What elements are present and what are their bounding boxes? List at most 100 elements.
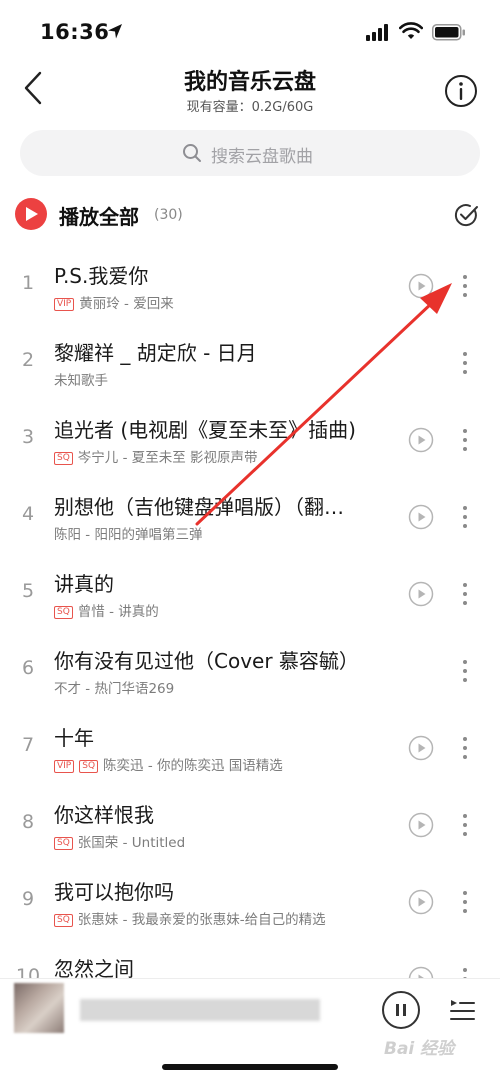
more-options-icon[interactable] [455, 811, 475, 839]
song-index: 10 [15, 965, 41, 978]
song-title: 你有没有见过他（Cover 慕容毓） [54, 649, 359, 673]
song-title: 讲真的 [54, 572, 114, 596]
song-subtitle: VIP 黄丽玲 - 爱回来 [54, 292, 394, 312]
artist-album: 黄丽玲 - 爱回来 [79, 296, 174, 312]
song-subtitle: SQ 岑宁儿 - 夏至未至 影视原声带 [54, 446, 394, 466]
more-options-icon[interactable] [455, 580, 475, 608]
play-all-label[interactable]: 播放全部 [59, 201, 139, 230]
song-title: 你这样恨我 [54, 803, 154, 827]
more-options-icon[interactable] [455, 965, 475, 978]
play-mv-icon[interactable] [408, 812, 434, 838]
song-index: 7 [21, 734, 35, 756]
home-indicator[interactable] [162, 1064, 338, 1070]
song-row[interactable]: 2 黎耀祥 _ 胡定欣 - 日月未知歌手 [0, 325, 500, 402]
song-subtitle: 不才 - 热门华语269 [54, 677, 394, 697]
artist-album: 未知歌手 [54, 373, 108, 389]
battery-icon [432, 24, 465, 41]
play-mv-icon[interactable] [408, 966, 434, 978]
more-options-icon[interactable] [455, 657, 475, 685]
play-all-row: 播放全部 (30) [0, 194, 500, 238]
song-title: 黎耀祥 _ 胡定欣 - 日月 [54, 341, 257, 365]
song-index: 5 [21, 580, 35, 602]
play-icon [26, 207, 38, 221]
storage-capacity: 现有容量：0.2G/60G [186, 100, 314, 115]
artist-album: 张国荣 - Untitled [77, 835, 186, 851]
more-options-icon[interactable] [455, 272, 475, 300]
song-index: 9 [21, 888, 35, 910]
song-row[interactable]: 4 别想他（吉他键盘弹唱版）（翻… 陈阳 - 阳阳的弹唱第三弹 [0, 479, 500, 556]
info-button[interactable] [444, 74, 478, 108]
sq-badge: SQ [54, 837, 73, 850]
sq-badge: SQ [54, 606, 73, 619]
song-index: 3 [21, 426, 35, 448]
song-index: 6 [21, 657, 35, 679]
artist-album: 陈阳 - 阳阳的弹唱第三弹 [54, 527, 203, 543]
sq-badge: SQ [79, 760, 99, 773]
artist-album: 陈奕迅 - 你的陈奕迅 国语精选 [103, 758, 283, 774]
song-count: (30) [154, 207, 183, 223]
multi-select-button[interactable] [453, 202, 479, 228]
song-title: 十年 [54, 726, 94, 750]
pause-icon-bar [403, 1004, 406, 1016]
mini-player[interactable] [0, 978, 500, 1039]
artist-album: 曾惜 - 讲真的 [77, 604, 159, 620]
more-options-icon[interactable] [455, 349, 475, 377]
song-row[interactable]: 10 忽然之间 [0, 941, 500, 978]
play-all-button[interactable] [15, 198, 47, 230]
vip-badge: VIP [54, 298, 75, 311]
song-subtitle: SQ 张国荣 - Untitled [54, 831, 394, 851]
more-options-icon[interactable] [455, 888, 475, 916]
pause-icon [396, 1004, 399, 1016]
song-index: 4 [21, 503, 35, 525]
song-row[interactable]: 9 我可以抱你吗 SQ 张惠妹 - 我最亲爱的张惠妹-给自己的精选 [0, 864, 500, 941]
song-title: 忽然之间 [54, 957, 134, 978]
pause-button[interactable] [382, 991, 420, 1029]
album-art [14, 983, 64, 1033]
song-index: 1 [21, 272, 35, 294]
more-options-icon[interactable] [455, 426, 475, 454]
sq-badge: SQ [54, 914, 73, 927]
signal-icon [366, 24, 388, 41]
play-mv-icon[interactable] [408, 581, 434, 607]
song-subtitle: SQ 曾惜 - 讲真的 [54, 600, 394, 620]
song-list: 1 P.S.我爱你 VIP 黄丽玲 - 爱回来 2 黎耀祥 _ 胡定欣 - 日月未知歌手 3… [0, 248, 500, 978]
song-index: 8 [21, 811, 35, 833]
song-row[interactable]: 6 你有没有见过他（Cover 慕容毓） 不才 - 热门华语269 [0, 633, 500, 710]
more-options-icon[interactable] [455, 503, 475, 531]
artist-album: 不才 - 热门华语269 [54, 681, 175, 697]
search-icon [183, 144, 201, 162]
playlist-button[interactable] [448, 997, 476, 1023]
play-mv-icon[interactable] [408, 273, 434, 299]
more-options-icon[interactable] [455, 734, 475, 762]
play-mv-icon[interactable] [408, 427, 434, 453]
song-subtitle: VIP SQ 陈奕迅 - 你的陈奕迅 国语精选 [54, 754, 394, 774]
page-title: 我的音乐云盘 [183, 70, 316, 95]
song-row[interactable]: 1 P.S.我爱你 VIP 黄丽玲 - 爱回来 [0, 248, 500, 325]
play-mv-icon[interactable] [408, 735, 434, 761]
song-title: 追光者 (电视剧《夏至未至》插曲) [54, 418, 356, 442]
song-subtitle: 未知歌手 [54, 369, 394, 389]
song-row[interactable]: 5 讲真的 SQ 曾惜 - 讲真的 [0, 556, 500, 633]
location-arrow-icon [108, 24, 122, 39]
song-title: 我可以抱你吗 [54, 880, 174, 904]
song-subtitle: SQ 张惠妹 - 我最亲爱的张惠妹-给自己的精选 [54, 908, 394, 928]
blurred-track-info [80, 999, 320, 1021]
song-title: P.S.我爱你 [54, 264, 149, 288]
play-mv-icon[interactable] [408, 504, 434, 530]
song-row[interactable]: 7 十年 VIP SQ 陈奕迅 - 你的陈奕迅 国语精选 [0, 710, 500, 787]
song-row[interactable]: 3 追光者 (电视剧《夏至未至》插曲) SQ 岑宁儿 - 夏至未至 影视原声带 [0, 402, 500, 479]
song-title: 别想他（吉他键盘弹唱版）（翻… [54, 495, 344, 519]
watermark: Bai 经验 [384, 1039, 455, 1059]
vip-badge: VIP [54, 760, 75, 773]
search-input[interactable]: 搜索云盘歌曲 [20, 130, 480, 176]
status-time: 16:36 [40, 20, 110, 44]
search-placeholder: 搜索云盘歌曲 [211, 147, 313, 167]
play-mv-icon[interactable] [408, 889, 434, 915]
song-subtitle: 陈阳 - 阳阳的弹唱第三弹 [54, 523, 394, 543]
status-bar: 16:36 [0, 0, 500, 66]
song-row[interactable]: 8 你这样恨我 SQ 张国荣 - Untitled [0, 787, 500, 864]
wifi-icon [399, 22, 423, 39]
artist-album: 岑宁儿 - 夏至未至 影视原声带 [77, 450, 258, 466]
song-index: 2 [21, 349, 35, 371]
artist-album: 张惠妹 - 我最亲爱的张惠妹-给自己的精选 [77, 912, 326, 928]
